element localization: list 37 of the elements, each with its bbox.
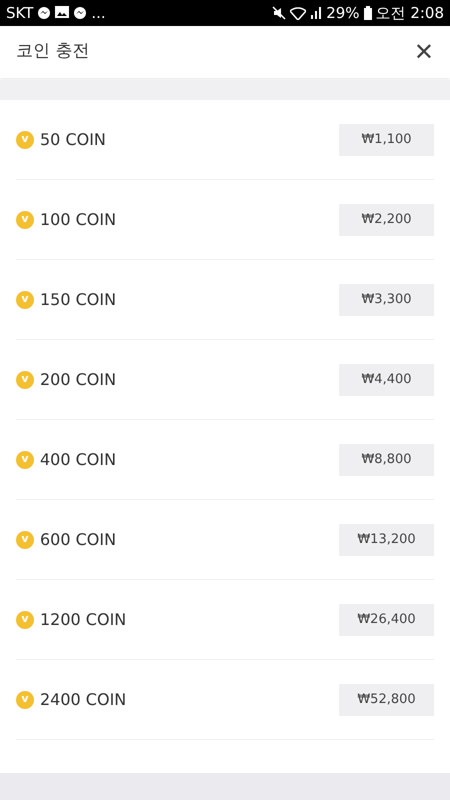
price-button[interactable]: ₩52,800 <box>339 684 434 716</box>
coin-icon: v <box>16 690 34 708</box>
coin-icon: v <box>16 210 34 228</box>
coin-amount: 600 COIN <box>40 528 116 550</box>
carrier-text: SKT <box>6 2 34 24</box>
battery-text: 29% <box>326 2 360 24</box>
coin-amount: 150 COIN <box>40 288 116 310</box>
coin-amount: 400 COIN <box>40 448 116 470</box>
price-button[interactable]: ₩4,400 <box>339 364 434 396</box>
price-button[interactable]: ₩8,800 <box>339 444 434 476</box>
battery-icon <box>364 6 372 20</box>
more-text: ... <box>91 2 106 24</box>
messenger-icon <box>73 6 88 20</box>
mute-icon <box>272 6 286 20</box>
clock-text: 오전 2:08 <box>376 2 444 24</box>
coin-amount: 100 COIN <box>40 208 116 230</box>
price-button[interactable]: ₩3,300 <box>339 284 434 316</box>
coin-amount: 50 COIN <box>40 128 106 150</box>
coin-icon: v <box>16 370 34 388</box>
coin-icon: v <box>16 610 34 628</box>
price-button[interactable]: ₩1,100 <box>339 124 434 156</box>
price-button[interactable]: ₩2,200 <box>339 204 434 236</box>
image-icon <box>55 6 70 18</box>
coin-icon: v <box>16 530 34 548</box>
coin-amount: 2400 COIN <box>40 688 126 710</box>
price-button[interactable]: ₩26,400 <box>339 604 434 636</box>
coin-amount: 200 COIN <box>40 368 116 390</box>
messenger-icon <box>37 6 52 20</box>
coin-icon: v <box>16 450 34 468</box>
coin-icon: v <box>16 130 34 148</box>
coin-icon: v <box>16 290 34 308</box>
signal-icon <box>310 7 322 19</box>
close-button[interactable]: ✕ <box>414 40 434 64</box>
page-title: 코인 충전 <box>16 40 90 64</box>
wifi-icon <box>290 6 306 20</box>
coin-amount: 1200 COIN <box>40 608 126 630</box>
price-button[interactable]: ₩13,200 <box>339 524 434 556</box>
